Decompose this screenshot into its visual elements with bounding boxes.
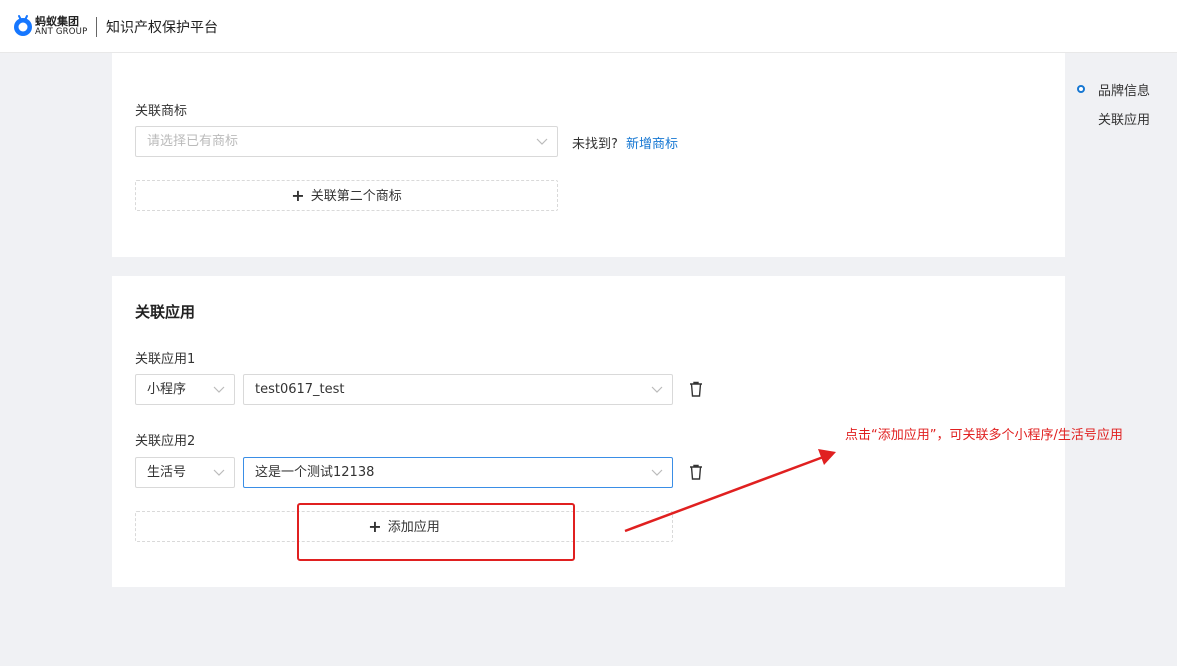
chevron-down-icon (213, 469, 225, 476)
app2-name-select[interactable]: 这是一个测试12138 (243, 457, 673, 488)
header-divider (96, 17, 97, 37)
chevron-down-icon (536, 138, 548, 145)
top-header: 蚂蚁集团 ANT GROUP 知识产权保护平台 (0, 0, 1177, 53)
not-found-text: 未找到? (572, 137, 618, 152)
app1-label: 关联应用1 (135, 352, 196, 367)
ant-group-logo-icon (14, 15, 32, 36)
app2-type-value: 生活号 (147, 465, 187, 480)
not-found-hint: 未找到? 新增商标 (572, 133, 678, 152)
add-second-trademark-button[interactable]: + 关联第二个商标 (135, 180, 558, 211)
plus-icon: + (291, 186, 305, 205)
chevron-down-icon (651, 469, 663, 476)
app1-name-select[interactable]: test0617_test (243, 374, 673, 405)
trademark-label: 关联商标 (135, 104, 188, 119)
add-trademark-link[interactable]: 新增商标 (626, 137, 678, 152)
anchor-active-dot-icon (1077, 85, 1085, 93)
app2-name-value: 这是一个测试12138 (255, 465, 375, 480)
trademark-card: 关联商标 请选择已有商标 未找到? 新增商标 + 关联第二个商标 (112, 53, 1065, 257)
app1-type-select[interactable]: 小程序 (135, 374, 235, 405)
app1-name-value: test0617_test (255, 382, 345, 397)
chevron-down-icon (213, 386, 225, 393)
platform-title: 知识产权保护平台 (106, 20, 218, 36)
delete-app2-trash-icon[interactable] (689, 464, 703, 480)
anchor-item-brand-info[interactable]: 品牌信息 (1098, 80, 1150, 99)
delete-app1-trash-icon[interactable] (689, 381, 703, 397)
app2-label: 关联应用2 (135, 434, 196, 449)
annotation-text: 点击“添加应用”，可关联多个小程序/生活号应用 (845, 428, 1123, 443)
annotation-highlight-box (297, 503, 575, 561)
apps-section-title: 关联应用 (135, 303, 196, 321)
trademark-select[interactable]: 请选择已有商标 (135, 126, 558, 157)
anchor-item-apps[interactable]: 关联应用 (1098, 109, 1150, 128)
chevron-down-icon (651, 386, 663, 393)
trademark-select-placeholder: 请选择已有商标 (147, 134, 239, 149)
logo-text-en: ANT GROUP (35, 27, 88, 37)
app1-type-value: 小程序 (147, 382, 187, 397)
app2-type-select[interactable]: 生活号 (135, 457, 235, 488)
add-second-trademark-label: 关联第二个商标 (310, 189, 402, 204)
